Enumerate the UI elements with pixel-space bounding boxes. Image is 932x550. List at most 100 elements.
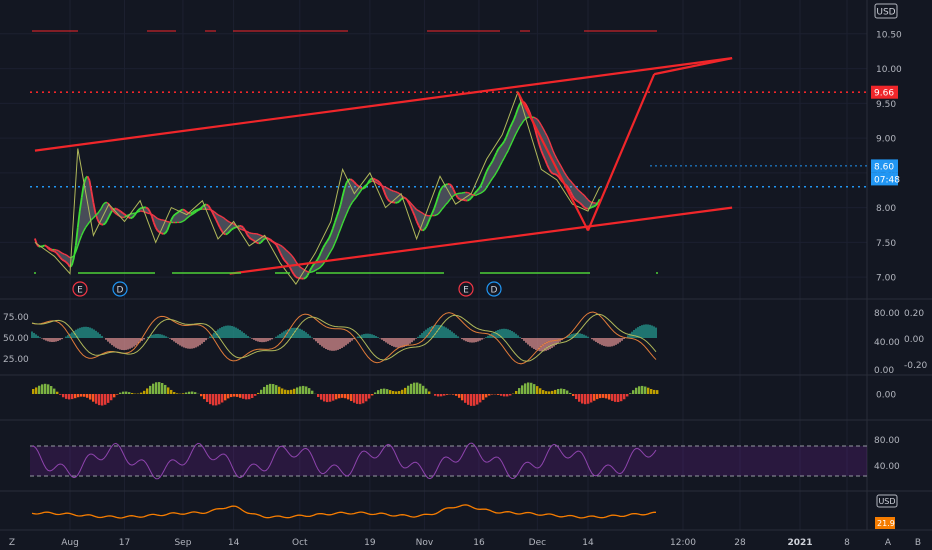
momentum-bar bbox=[479, 394, 482, 403]
momentum-bar bbox=[557, 388, 560, 394]
ma-slow-segment bbox=[46, 245, 49, 249]
ma-slow-segment bbox=[54, 248, 57, 251]
ma-slow-segment bbox=[461, 192, 464, 194]
momentum-bar bbox=[71, 394, 74, 400]
momentum-bar bbox=[188, 391, 191, 394]
event-marker-d[interactable]: D bbox=[486, 281, 502, 297]
momentum-bar bbox=[278, 386, 281, 394]
time-axis-label: A bbox=[885, 538, 892, 548]
ma-slow-segment bbox=[167, 220, 170, 223]
momentum-bar bbox=[602, 394, 605, 398]
oscillator-mid-tick: 0.00 bbox=[874, 366, 894, 376]
momentum-bar bbox=[272, 384, 275, 394]
ma-slow-segment bbox=[391, 189, 394, 192]
momentum-bar bbox=[539, 388, 542, 394]
currency-badge[interactable]: USD bbox=[874, 3, 898, 19]
event-marker-e[interactable]: E bbox=[458, 281, 474, 297]
momentum-bar bbox=[554, 389, 557, 394]
momentum-bar bbox=[110, 394, 113, 401]
momentum-bar bbox=[476, 394, 479, 405]
ma-slow-segment bbox=[467, 191, 470, 194]
volatility-last-badge: 21.9 bbox=[875, 517, 895, 529]
ma-slow-segment bbox=[383, 185, 386, 188]
momentum-bar bbox=[536, 386, 539, 394]
momentum-bar bbox=[593, 394, 596, 401]
momentum-bar bbox=[587, 394, 590, 404]
momentum-bar bbox=[563, 389, 566, 394]
momentum-bar bbox=[59, 394, 62, 395]
stock-chart[interactable]: EDED 7.007.508.008.509.009.5010.0010.50 … bbox=[0, 0, 932, 550]
ma-slow-segment bbox=[258, 233, 262, 236]
momentum-bar bbox=[623, 394, 626, 400]
ma-fast-segment bbox=[137, 207, 141, 211]
ma-fast-segment bbox=[240, 225, 244, 229]
momentum-bar bbox=[299, 386, 302, 394]
ma-slow-segment bbox=[145, 211, 149, 214]
momentum-bar bbox=[47, 384, 50, 394]
momentum-bar bbox=[113, 394, 116, 398]
ma-slow-segment bbox=[198, 208, 201, 211]
event-marker-d[interactable]: D bbox=[112, 281, 128, 297]
momentum-bar bbox=[311, 390, 314, 394]
momentum-bar bbox=[41, 384, 44, 394]
momentum-bar bbox=[404, 387, 407, 394]
ma-slow-segment bbox=[589, 200, 593, 204]
momentum-bar bbox=[140, 392, 143, 394]
momentum-bar bbox=[260, 389, 263, 394]
momentum-bar bbox=[101, 394, 104, 406]
momentum-bar bbox=[395, 391, 398, 394]
ma-slow-segment bbox=[221, 216, 225, 219]
ma-slow-segment bbox=[435, 213, 439, 216]
ma-fast-segment bbox=[102, 222, 106, 226]
momentum-bar bbox=[365, 394, 368, 402]
momentum-bar bbox=[335, 394, 338, 400]
momentum-bar bbox=[230, 394, 233, 398]
ma-fast-segment bbox=[225, 232, 229, 236]
time-axis-label: Z bbox=[9, 538, 15, 548]
momentum-bar bbox=[170, 389, 173, 394]
momentum-bar bbox=[650, 389, 653, 394]
momentum-bar bbox=[56, 391, 59, 394]
ma-slow-segment bbox=[420, 211, 423, 214]
ma-fast-segment bbox=[466, 199, 470, 202]
ma-fast-segment bbox=[176, 210, 180, 214]
ma-fast-segment bbox=[252, 239, 256, 243]
ma-slow-segment bbox=[305, 270, 308, 273]
momentum-bar bbox=[332, 394, 335, 401]
ma-slow-segment bbox=[260, 234, 264, 238]
oscillator-mid-tick: 40.00 bbox=[874, 338, 900, 348]
momentum-bar bbox=[329, 394, 332, 402]
momentum-bar bbox=[74, 394, 77, 399]
ma-fast-segment bbox=[231, 227, 235, 231]
ma-slow-segment bbox=[180, 220, 184, 223]
ma-slow-segment bbox=[149, 212, 153, 216]
ma-slow-segment bbox=[56, 249, 59, 252]
momentum-bar bbox=[527, 382, 530, 394]
momentum-bar bbox=[518, 388, 521, 394]
momentum-bar bbox=[482, 394, 485, 400]
volatility-currency-badge[interactable]: USD bbox=[876, 494, 898, 508]
rsi-tick: 40.00 bbox=[874, 462, 900, 472]
time-axis-label: 8 bbox=[844, 538, 850, 548]
event-marker-e[interactable]: E bbox=[72, 281, 88, 297]
momentum-bar bbox=[200, 394, 203, 397]
momentum-bar bbox=[50, 386, 53, 394]
momentum-bar bbox=[428, 391, 431, 394]
momentum-bar bbox=[317, 394, 320, 397]
oscillator-right-tick: 0.20 bbox=[904, 309, 924, 319]
ma-fast-segment bbox=[250, 238, 254, 241]
momentum-bar bbox=[296, 387, 299, 394]
momentum-bar bbox=[569, 392, 572, 394]
momentum-bar bbox=[203, 394, 206, 400]
momentum-bar bbox=[38, 385, 41, 394]
momentum-bar bbox=[224, 394, 227, 401]
ma-slow-segment bbox=[396, 191, 400, 194]
ma-slow-segment bbox=[135, 211, 139, 214]
ma-fast-segment bbox=[190, 211, 194, 215]
ma-fast-segment bbox=[355, 183, 359, 187]
momentum-bar bbox=[377, 390, 380, 394]
momentum-bar bbox=[578, 394, 581, 402]
ma-slow-segment bbox=[416, 208, 419, 212]
ma-slow-segment bbox=[387, 187, 390, 190]
ma-fast-segment bbox=[180, 208, 184, 211]
